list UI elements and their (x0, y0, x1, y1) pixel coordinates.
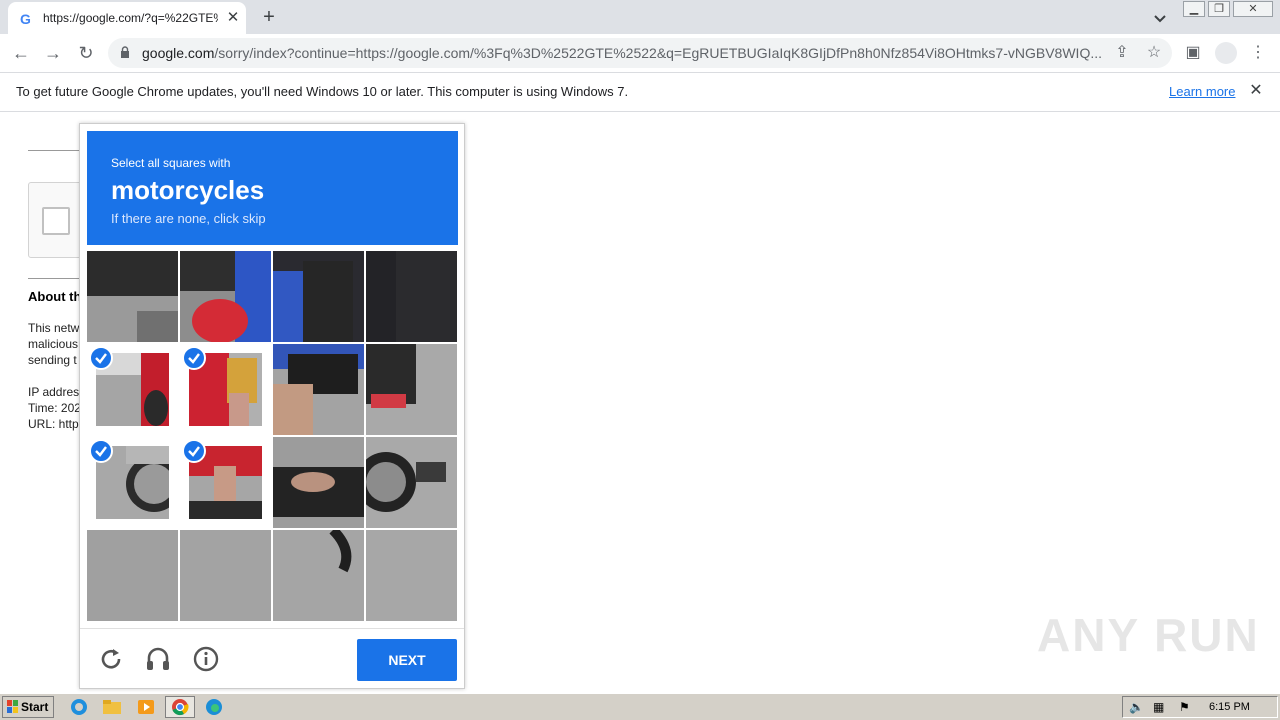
tab-close-icon[interactable]: ✕ (224, 9, 242, 27)
grid-tile[interactable] (273, 530, 364, 621)
windows-taskbar: Start 🔈 ▦ ⚑ 6:15 PM (0, 693, 1280, 720)
next-button[interactable]: NEXT (357, 639, 457, 681)
info-line: malicious (28, 337, 79, 351)
google-favicon-icon: G (20, 11, 31, 27)
url-path: /sorry/index?continue=https://google.com… (214, 45, 1102, 61)
challenge-hint: If there are none, click skip (111, 211, 266, 226)
new-tab-button[interactable]: + (258, 6, 280, 28)
profile-avatar[interactable] (1215, 42, 1237, 64)
grid-tile[interactable] (180, 530, 271, 621)
grid-tile[interactable] (366, 437, 457, 528)
menu-kebab-icon[interactable]: ⋮ (1248, 43, 1268, 63)
media-player-icon[interactable] (135, 697, 157, 717)
url-text: google.com/sorry/index?continue=https://… (142, 45, 1102, 61)
image-grid (87, 251, 458, 622)
edge-icon[interactable] (203, 697, 225, 717)
grid-tile[interactable] (366, 251, 457, 342)
reload-button[interactable]: ↻ (74, 41, 98, 65)
challenge-footer: NEXT (80, 628, 464, 689)
action-center-flag-icon[interactable]: ⚑ (1179, 700, 1190, 714)
grid-tile[interactable] (87, 251, 178, 342)
bookmark-star-icon[interactable]: ☆ (1144, 43, 1164, 63)
back-button[interactable]: ← (9, 41, 33, 65)
start-button[interactable]: Start (2, 696, 54, 718)
ip-address-line: IP addres (28, 385, 80, 399)
grid-tile[interactable] (273, 251, 364, 342)
selected-check-icon (182, 346, 206, 370)
grid-tile-selected[interactable] (180, 344, 271, 435)
learn-more-link[interactable]: Learn more (1169, 84, 1235, 99)
windows-logo-icon (7, 700, 18, 713)
grid-tile[interactable] (180, 251, 271, 342)
internet-explorer-icon[interactable] (68, 697, 90, 717)
grid-tile-selected[interactable] (180, 437, 271, 528)
file-explorer-icon[interactable] (101, 697, 123, 717)
selected-check-icon (182, 439, 206, 463)
selected-check-icon (89, 346, 113, 370)
grid-tile[interactable] (87, 530, 178, 621)
about-heading: About th (28, 289, 80, 304)
share-icon[interactable]: ⇪ (1112, 43, 1132, 63)
selected-check-icon (89, 439, 113, 463)
taskbar-clock[interactable]: 6:15 PM (1209, 701, 1250, 713)
start-label: Start (21, 700, 49, 714)
forward-button[interactable]: → (41, 41, 65, 65)
system-tray: 🔈 ▦ ⚑ 6:15 PM (1122, 696, 1278, 718)
challenge-instruction: Select all squares with (111, 156, 231, 170)
update-infobar: To get future Google Chrome updates, you… (0, 72, 1280, 112)
grid-tile[interactable] (273, 437, 364, 528)
grid-tile[interactable] (273, 344, 364, 435)
info-line: sending t (28, 353, 77, 367)
address-bar[interactable]: google.com/sorry/index?continue=https://… (108, 38, 1172, 68)
side-panel-icon[interactable]: ▣ (1183, 43, 1203, 63)
recaptcha-challenge: Select all squares with motorcycles If t… (79, 123, 465, 689)
close-window-button[interactable]: ✕ (1233, 1, 1273, 17)
minimize-button[interactable]: ▁ (1183, 1, 1205, 17)
info-icon[interactable] (192, 645, 220, 673)
reload-challenge-icon[interactable] (97, 645, 125, 673)
anyrun-watermark: ANY RUN (1037, 609, 1260, 661)
tab-title: https://google.com/?q=%22GTE%2 (43, 11, 218, 25)
infobar-close-icon[interactable]: ✕ (1247, 82, 1265, 100)
info-line: This netw (28, 321, 80, 335)
tab-strip: G https://google.com/?q=%22GTE%2 ✕ + ▁ ❐… (0, 0, 1280, 34)
audio-challenge-icon[interactable] (144, 645, 172, 673)
infobar-message: To get future Google Chrome updates, you… (16, 84, 629, 99)
network-icon[interactable]: ▦ (1153, 700, 1164, 714)
url-host: google.com (142, 45, 215, 61)
tab-search-chevron-icon[interactable] (1150, 8, 1170, 28)
grid-tile[interactable] (366, 530, 457, 621)
chrome-icon (172, 699, 189, 716)
challenge-target: motorcycles (111, 175, 265, 205)
restore-button[interactable]: ❐ (1208, 1, 1230, 17)
grid-tile[interactable] (366, 344, 457, 435)
lock-icon[interactable] (120, 46, 130, 58)
volume-icon[interactable]: 🔈 (1129, 700, 1144, 714)
url-line: URL: http (28, 417, 79, 431)
browser-toolbar: ← → ↻ google.com/sorry/index?continue=ht… (0, 34, 1280, 72)
chrome-taskbar-button[interactable] (165, 696, 195, 718)
challenge-header: Select all squares with motorcycles If t… (87, 131, 458, 245)
grid-tile-selected[interactable] (87, 437, 178, 528)
grid-tile-selected[interactable] (87, 344, 178, 435)
time-line: Time: 202 (28, 401, 80, 415)
browser-tab[interactable]: G https://google.com/?q=%22GTE%2 ✕ (8, 2, 246, 34)
recaptcha-checkbox[interactable] (42, 207, 70, 235)
